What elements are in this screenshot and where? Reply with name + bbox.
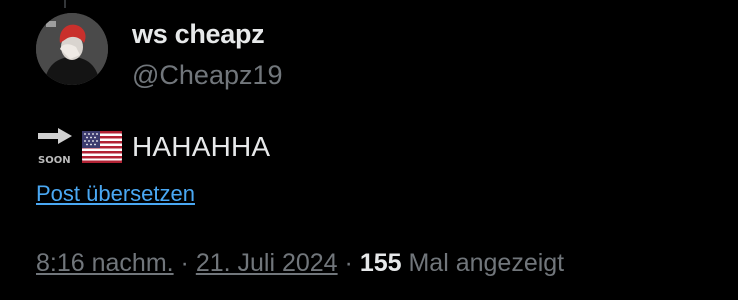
us-flag-icon (82, 131, 122, 163)
avatar-image (36, 13, 108, 85)
translate-post-link[interactable]: Post übersetzen (36, 180, 195, 208)
tweet-time[interactable]: 8:16 nachm. (36, 249, 174, 277)
author-handle[interactable]: @Cheapz19 (132, 57, 283, 93)
author-block: ws cheapz @Cheapz19 (132, 16, 283, 93)
meta-separator: · (173, 249, 196, 277)
soon-arrow-icon: SOON (38, 128, 72, 166)
views-label: Mal angezeigt (401, 249, 565, 277)
svg-text:SOON: SOON (38, 155, 71, 166)
tweet-body-text: HAHAHHA (132, 131, 271, 162)
avatar[interactable] (36, 13, 108, 85)
tweet-text: SOON HAHAHHA (36, 124, 270, 170)
thread-connector-line (64, 0, 66, 8)
tweet-meta: 8:16 nachm. · 21. Juli 2024 · 155 Mal an… (36, 246, 564, 280)
views-count: 155 (359, 249, 402, 277)
author-display-name[interactable]: ws cheapz (132, 16, 283, 52)
meta-separator: · (337, 249, 360, 277)
tweet-date[interactable]: 21. Juli 2024 (196, 249, 338, 277)
